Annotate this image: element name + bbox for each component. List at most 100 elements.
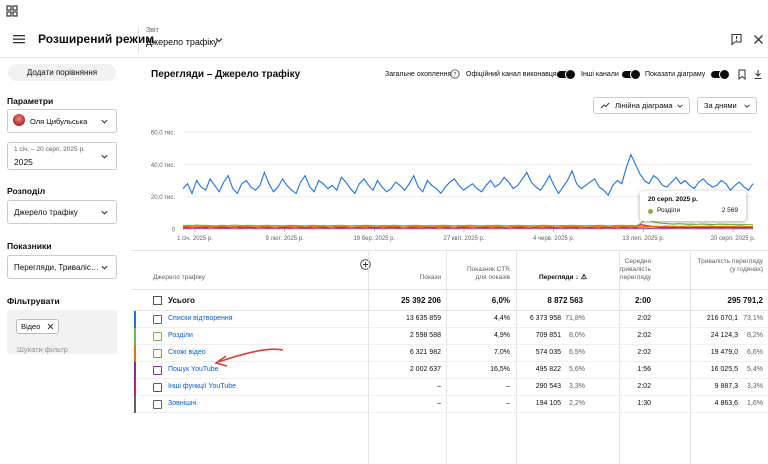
row-watch-pct: 8,2%	[740, 332, 763, 339]
chevron-down-icon	[100, 152, 109, 161]
metrics-label: Показники	[7, 241, 51, 251]
row-views: 6 373 958	[521, 315, 561, 322]
row-source-link[interactable]: Пошук YouTube	[168, 366, 219, 373]
row-checkbox[interactable]	[153, 315, 162, 324]
chevron-down-icon	[676, 102, 684, 110]
hamburger-menu-icon[interactable]	[12, 32, 26, 46]
table-row[interactable]: Списки відтворення13 635 8594,4%6 373 95…	[131, 311, 768, 328]
date-range-selector[interactable]: 1 січ. – 20 серп. 2025 р. 2025	[7, 142, 117, 170]
chevron-down-icon	[100, 117, 109, 126]
period-dropdown[interactable]: За днями	[697, 97, 757, 114]
chart-type-dropdown[interactable]: Лінійна діаграма	[593, 97, 690, 114]
chevron-down-icon[interactable]	[214, 35, 224, 45]
metrics-selector[interactable]: Перегляди, Триваліс…	[7, 255, 117, 279]
channel-avatar	[13, 114, 25, 126]
row-source-link[interactable]: Списки відтворення	[168, 315, 233, 322]
show-chart-label: Показати діаграму	[645, 71, 705, 78]
chart-tooltip: 20 серп. 2025 р. Розділи 2 569	[640, 191, 746, 221]
feedback-icon[interactable]	[730, 33, 743, 46]
total-watch-time: 295 791,2	[691, 296, 763, 305]
col-watch-time[interactable]: Тривалість перегляду (у годинах)	[691, 258, 763, 274]
row-color-bar	[134, 396, 136, 413]
series-line	[183, 226, 753, 227]
dimension-selector[interactable]: Джерело трафіку	[7, 200, 117, 224]
col-source[interactable]: Джерело трафіку	[153, 274, 205, 282]
row-source-link[interactable]: Схожі відео	[168, 349, 206, 356]
row-checkbox[interactable]	[153, 366, 162, 375]
row-ctr: 7,0%	[455, 349, 510, 356]
add-comparison-button[interactable]: Додати порівняння	[8, 64, 116, 81]
tooltip-date: 20 серп. 2025 р.	[648, 196, 698, 203]
dimension-value: Джерело трафіку	[14, 208, 78, 217]
total-ctr: 6,0%	[455, 296, 510, 305]
row-avg-duration: 2:02	[609, 315, 651, 322]
period-label: За днями	[704, 98, 737, 113]
line-chart-icon	[600, 101, 610, 110]
table-row[interactable]: Інші функції YouTube––290 5433,3%2:029 8…	[131, 379, 768, 396]
channel-selector[interactable]: Оля Цибульська	[7, 109, 117, 133]
row-checkbox[interactable]	[153, 349, 162, 358]
chart-type-label: Лінійна діаграма	[615, 98, 673, 113]
column-divider	[368, 250, 369, 464]
table-row[interactable]: Пошук YouTube2 002 63716,5%495 8225,6%1:…	[131, 362, 768, 379]
other-channels-toggle[interactable]	[622, 70, 640, 79]
date-range: 1 січ. – 20 серп. 2025 р.	[14, 146, 85, 153]
row-checkbox[interactable]	[153, 400, 162, 409]
params-label: Параметри	[7, 96, 53, 106]
chevron-down-icon	[100, 263, 109, 272]
table-row[interactable]: Зовнішні––194 1052,2%1:304 863,61,6%	[131, 396, 768, 413]
table-row[interactable]: Схожі відео6 321 9827,0%574 0356,5%2:021…	[131, 345, 768, 362]
download-icon[interactable]	[753, 69, 763, 80]
reach-toggle-label: Загальне охоплення	[385, 71, 451, 78]
app-title: Розширений режим	[38, 32, 154, 46]
tooltip-series: Розділи	[657, 207, 680, 214]
add-metric-icon[interactable]	[360, 259, 371, 270]
col-views-label: Перегляди	[539, 274, 573, 281]
row-impressions: 6 321 982	[371, 349, 441, 356]
help-icon[interactable]: ?	[450, 69, 460, 79]
x-tick-label: 20 серп. 2025 р.	[711, 236, 756, 242]
table-row[interactable]: Розділи2 598 5884,9%709 8518,0%2:0224 12…	[131, 328, 768, 345]
row-source-link[interactable]: Інші функції YouTube	[168, 383, 236, 390]
row-source-link[interactable]: Розділи	[168, 332, 193, 339]
report-selector[interactable]: Джерело трафіку	[146, 37, 218, 47]
col-avg-duration[interactable]: Середня тривалість перегляду	[609, 258, 651, 282]
col-impressions[interactable]: Покази	[371, 274, 441, 282]
x-tick-label: 13 лип. 2025 р.	[622, 236, 664, 242]
filter-search-input[interactable]: Шукати фільтр	[17, 345, 68, 354]
official-channel-toggle[interactable]	[557, 70, 575, 79]
total-checkbox[interactable]	[153, 296, 162, 305]
show-chart-toggle[interactable]	[711, 70, 729, 79]
official-channel-label: Офіційний канал виконавця	[466, 71, 557, 78]
row-views-pct: 3,3%	[563, 383, 585, 390]
tooltip-series-dot	[648, 209, 653, 214]
row-impressions: 13 635 859	[371, 315, 441, 322]
filter-chip-video[interactable]: Відео	[16, 319, 59, 334]
close-icon[interactable]	[752, 33, 765, 46]
main-panel: Перегляди – Джерело трафіку Загальне охо…	[131, 58, 768, 406]
row-views: 709 851	[521, 332, 561, 339]
header-divider	[138, 28, 139, 52]
row-color-bar	[134, 379, 136, 396]
bookmark-icon[interactable]	[737, 69, 747, 80]
row-watch-pct: 6,6%	[740, 349, 763, 356]
sidebar: Додати порівняння Параметри Оля Цибульсь…	[0, 58, 130, 406]
row-color-bar	[134, 362, 136, 379]
views-line-chart[interactable]: 020,0 тис.40,0 тис.60,0 тис.1 січ. 2025 …	[131, 124, 768, 246]
close-icon[interactable]	[47, 323, 54, 330]
total-row: Усього 25 392 206 6,0% 8 872 563 2:00 29…	[131, 290, 768, 311]
row-checkbox[interactable]	[153, 383, 162, 392]
col-ctr[interactable]: Показник CTR для показів	[455, 266, 510, 282]
col-views[interactable]: Перегляди ↓ ⚠	[521, 274, 587, 282]
row-views-pct: 8,0%	[563, 332, 585, 339]
y-tick-label: 40,0 тис.	[151, 163, 175, 169]
row-checkbox[interactable]	[153, 332, 162, 341]
row-ctr: 16,5%	[455, 366, 510, 373]
row-views-pct: 5,6%	[563, 366, 585, 373]
x-tick-label: 19 бер. 2025 р.	[353, 236, 395, 242]
total-views: 8 872 563	[521, 296, 583, 305]
filter-chip-label: Відео	[21, 322, 40, 331]
filter-box[interactable]: Відео Шукати фільтр	[7, 310, 117, 354]
row-color-bar	[134, 311, 136, 328]
apps-grid-icon[interactable]	[6, 5, 18, 17]
